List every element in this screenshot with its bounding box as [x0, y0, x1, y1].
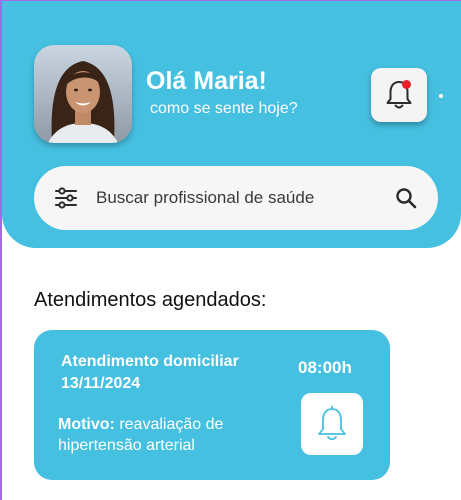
filter-sliders-icon[interactable] — [54, 186, 78, 210]
status-dot — [439, 94, 443, 98]
greeting-title: Olá Maria! — [146, 67, 267, 95]
avatar[interactable] — [34, 45, 132, 143]
reason-label: Motivo: — [58, 416, 115, 433]
notification-badge-dot — [402, 80, 411, 89]
search-input[interactable] — [96, 184, 376, 212]
bell-icon — [318, 405, 346, 441]
appointment-time: 08:00h — [298, 358, 352, 377]
greeting-subtitle: como se sente hoje? — [150, 100, 298, 117]
appointment-reminder-button[interactable] — [301, 393, 363, 455]
appointment-card[interactable]: Atendimento domiciliar 13/11/2024 08:00h… — [34, 330, 390, 480]
notifications-button[interactable] — [371, 68, 427, 122]
appointment-reason: Motivo: reavaliação de hipertensão arter… — [58, 414, 294, 456]
search-icon[interactable] — [394, 186, 418, 210]
appointment-date: 13/11/2024 — [61, 375, 141, 392]
appointments-section-title: Atendimentos agendados: — [34, 289, 267, 311]
appointment-type: Atendimento domiciliar — [61, 353, 239, 370]
avatar-photo — [34, 45, 132, 143]
header-panel: Olá Maria! como se sente hoje? — [2, 1, 461, 248]
search-bar[interactable] — [34, 166, 438, 230]
